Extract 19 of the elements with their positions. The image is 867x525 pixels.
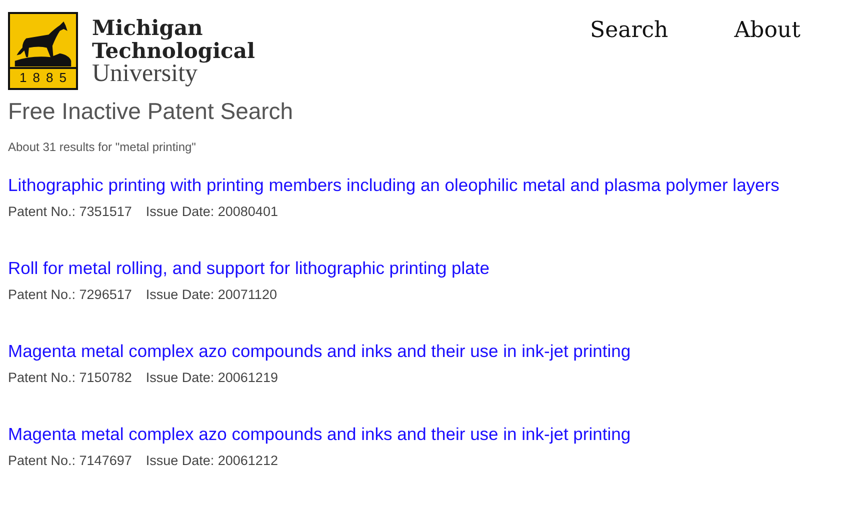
result-link[interactable]: Magenta metal complex azo compounds and inks and their use in ink-jet printing (8, 423, 867, 445)
issue-date: Issue Date: 20061219 (146, 370, 278, 385)
result-link[interactable]: Roll for metal rolling, and support for lithographic printing plate (8, 257, 867, 279)
logo-text: Technological (92, 39, 255, 62)
issue-date: Issue Date: 20061212 (146, 453, 278, 468)
nav-link[interactable]: About (734, 18, 800, 43)
results-summary: About 31 results for "metal printing" (8, 140, 197, 154)
logo-text: Michigan (92, 16, 204, 39)
result-link[interactable]: Lithographic printing with printing members including an oleophilic metal and plasma polymer layers (8, 174, 867, 196)
patent-number: Patent No.: 7147697 (8, 453, 132, 468)
logo-text: University (92, 62, 198, 85)
issue-date: Issue Date: 20071120 (146, 287, 277, 302)
issue-date: Issue Date: 20080401 (146, 204, 278, 219)
patent-number: Patent No.: 7150782 (8, 370, 132, 385)
site-title: Free Inactive Patent Search (8, 97, 294, 126)
nav-link[interactable]: Search (590, 18, 668, 43)
patent-number: Patent No.: 7351517 (8, 204, 132, 219)
result-link[interactable]: Magenta metal complex azo compounds and inks and their use in ink-jet printing (8, 340, 867, 362)
patent-number: Patent No.: 7296517 (8, 287, 132, 302)
